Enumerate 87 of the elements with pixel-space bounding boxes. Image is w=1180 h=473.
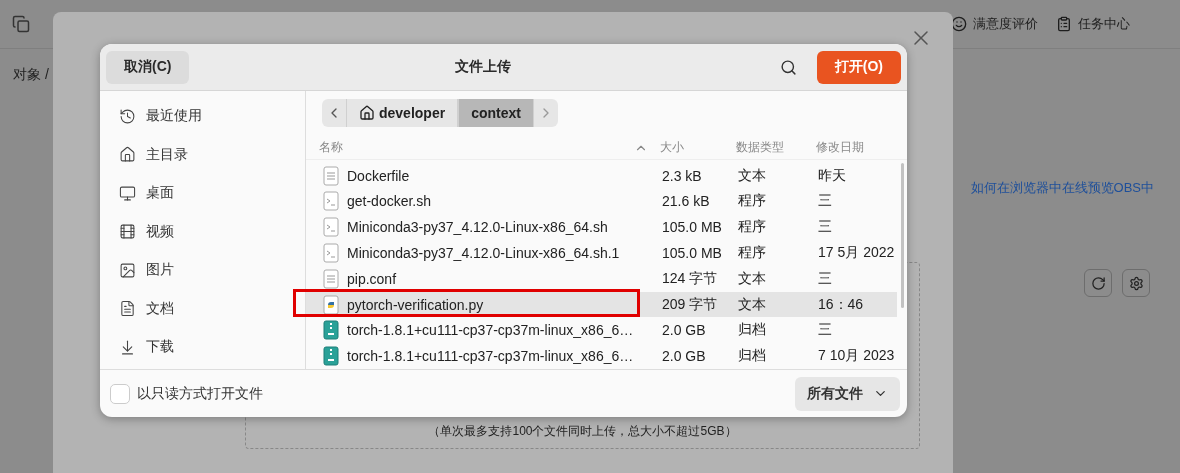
- file-icon: [323, 242, 339, 263]
- copy-icon[interactable]: [12, 15, 30, 33]
- video-icon: [119, 223, 136, 241]
- file-type: 程序: [737, 218, 767, 237]
- scrollbar[interactable]: [901, 163, 904, 308]
- file-icon: [323, 217, 339, 238]
- file-date: 16：46: [817, 295, 865, 314]
- document-icon: [119, 300, 136, 318]
- recent-icon: [119, 107, 136, 125]
- file-type: 文本: [737, 269, 767, 288]
- file-date: 7 10月 2023: [817, 347, 896, 366]
- column-header[interactable]: 修改日期: [808, 139, 907, 157]
- picture-icon: [119, 261, 136, 279]
- home-icon: [359, 104, 375, 121]
- file-name: Miniconda3-py37_4.12.0-Linux-x86_64.sh.1: [347, 244, 620, 261]
- file-row[interactable]: torch-1.8.1+cu111-cp37-cp37m-linux_x86_6… 2.0 GB 归档 7 10月 2023: [306, 343, 897, 369]
- readonly-checkbox[interactable]: [110, 383, 130, 404]
- file-type: 程序: [737, 243, 767, 262]
- file-name: get-docker.sh: [347, 193, 432, 210]
- file-icon: [323, 320, 339, 341]
- file-size: 105.0 MB: [661, 219, 723, 236]
- breadcrumb: 对象 /: [13, 66, 49, 84]
- column-header[interactable]: 大小: [652, 139, 728, 157]
- file-type: 文本: [737, 295, 767, 314]
- cancel-button[interactable]: 取消(C): [106, 50, 190, 84]
- file-icon: [323, 294, 339, 315]
- open-button[interactable]: 打开(O): [816, 50, 901, 84]
- file-size: 2.0 GB: [661, 322, 707, 339]
- file-row[interactable]: get-docker.sh 21.6 kB 程序 三: [306, 188, 897, 215]
- file-date: 三: [817, 321, 833, 340]
- path-segment[interactable]: context: [458, 99, 534, 127]
- column-header[interactable]: 名称: [306, 139, 652, 157]
- file-name: Dockerfile: [347, 167, 410, 184]
- settings-icon: [1128, 275, 1144, 291]
- header-link[interactable]: 任务中心: [1056, 15, 1130, 33]
- sidebar-item[interactable]: 桌面: [100, 174, 305, 213]
- upload-hint: （单次最多支持100个文件同时上传，总大小不超过5GB）: [428, 423, 737, 440]
- file-type: 文本: [737, 166, 767, 185]
- path-segment[interactable]: developer: [346, 99, 459, 127]
- file-row[interactable]: Miniconda3-py37_4.12.0-Linux-x86_64.sh 105.0 MB 程序 三: [306, 214, 897, 240]
- file-size: 209 字节: [661, 295, 719, 314]
- search-icon: [779, 58, 797, 76]
- refresh-button[interactable]: [1084, 269, 1112, 297]
- file-icon: [323, 165, 339, 186]
- header-link[interactable]: 满意度评价: [951, 15, 1038, 33]
- file-row[interactable]: pip.conf 124 字节 文本 三: [306, 265, 897, 292]
- file-name: pytorch-verification.py: [347, 296, 484, 313]
- file-name: torch-1.8.1+cu111-cp37-cp37m-linux_x86_6…: [347, 322, 634, 339]
- smiley-icon: [951, 16, 967, 32]
- sidebar-item[interactable]: 最近使用: [100, 97, 305, 136]
- file-icon: [323, 268, 339, 289]
- download-icon: [119, 338, 136, 356]
- file-filter-dropdown[interactable]: 所有文件: [795, 376, 900, 411]
- file-icon: [323, 191, 339, 212]
- home-icon: [119, 146, 136, 164]
- file-size: 124 字节: [661, 269, 719, 288]
- file-size: 2.3 kB: [661, 167, 703, 184]
- dialog-title: 文件上传: [453, 58, 512, 76]
- column-header[interactable]: 数据类型: [728, 139, 808, 157]
- file-row[interactable]: torch-1.8.1+cu111-cp37-cp37m-linux_x86_6… 2.0 GB 归档 三: [306, 317, 897, 344]
- file-type: 归档: [737, 321, 767, 340]
- file-type: 归档: [737, 347, 767, 366]
- checkbox-label: 以只读方式打开文件: [137, 384, 263, 403]
- settings-button[interactable]: [1122, 269, 1150, 297]
- file-name: torch-1.8.1+cu111-cp37-cp37m-linux_x86_6…: [347, 348, 634, 365]
- file-size: 105.0 MB: [661, 244, 723, 261]
- refresh-icon: [1090, 275, 1106, 291]
- file-icon: [323, 346, 339, 367]
- sidebar-item[interactable]: 视频: [100, 212, 305, 251]
- file-name: Miniconda3-py37_4.12.0-Linux-x86_64.sh: [347, 219, 608, 236]
- file-name: pip.conf: [347, 270, 397, 287]
- file-row[interactable]: Dockerfile 2.3 kB 文本 昨天: [306, 162, 897, 189]
- file-date: 三: [817, 192, 833, 211]
- clipboard-icon: [1056, 16, 1072, 32]
- file-date: 三: [817, 269, 833, 288]
- file-size: 21.6 kB: [661, 193, 711, 210]
- file-date: 三: [817, 218, 833, 237]
- desktop-icon: [119, 184, 136, 202]
- sidebar-item[interactable]: 主目录: [100, 135, 305, 174]
- sidebar-item[interactable]: 下载: [100, 328, 305, 367]
- sidebar-item[interactable]: 文档: [100, 289, 305, 328]
- sidebar-item[interactable]: 图片: [100, 251, 305, 290]
- file-date: 昨天: [817, 166, 847, 185]
- file-date: 17 5月 2022: [817, 243, 896, 262]
- file-size: 2.0 GB: [661, 348, 707, 365]
- file-type: 程序: [737, 192, 767, 211]
- file-row[interactable]: Miniconda3-py37_4.12.0-Linux-x86_64.sh.1 105.0 MB 程序 17 5月 2022: [306, 240, 897, 266]
